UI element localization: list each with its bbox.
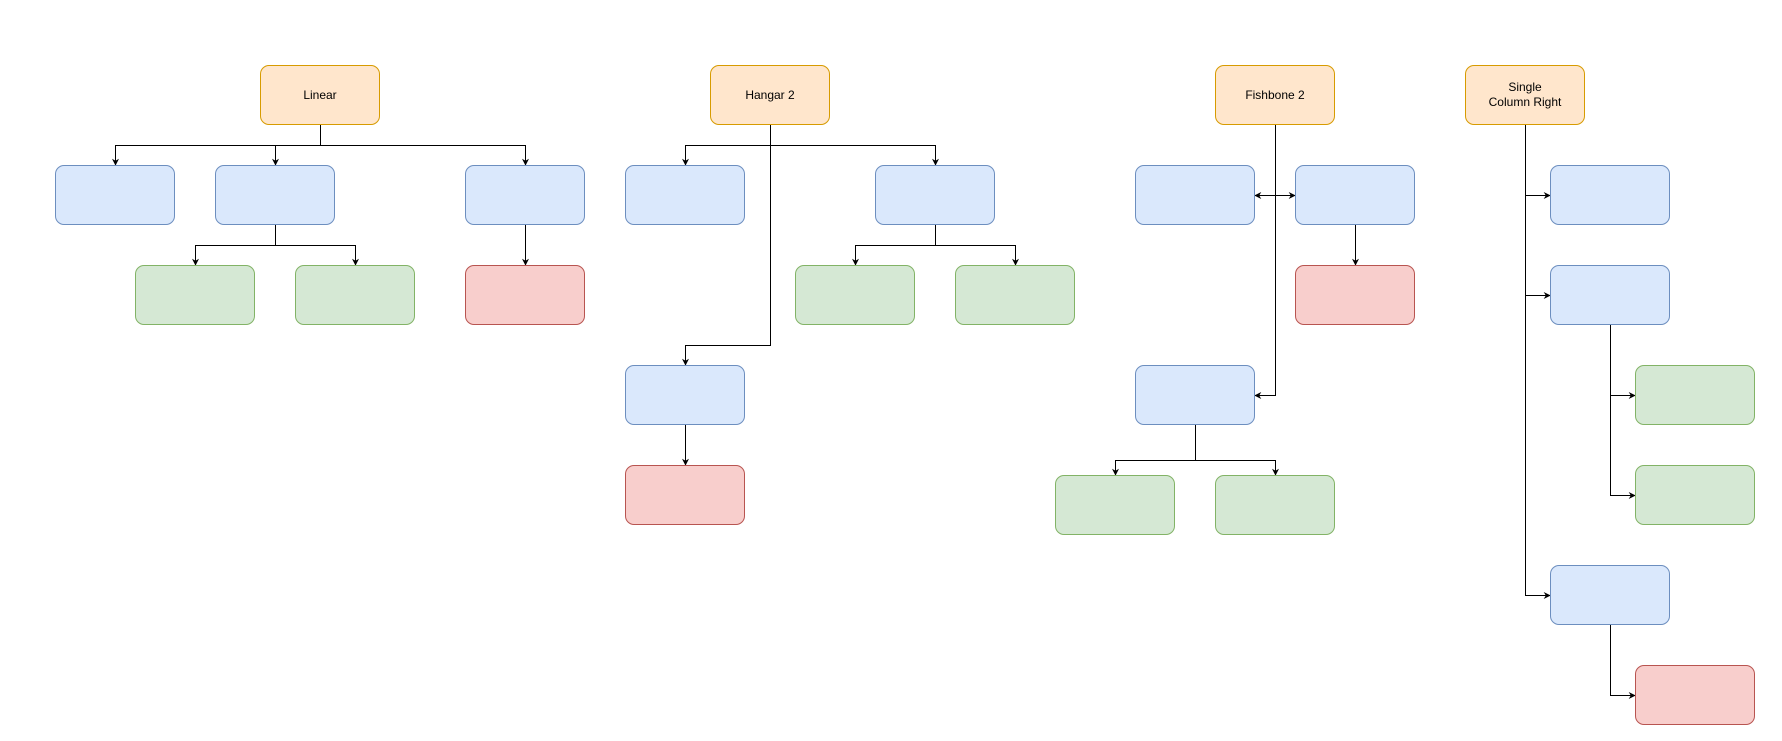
diagram-canvas: Linear Hangar 2 Fishbone 2 Single Column… <box>0 0 1782 741</box>
root-node-single-column-right[interactable]: Single Column Right <box>1465 65 1585 125</box>
linear-grandchild-2-1[interactable] <box>135 265 255 325</box>
scr-child-1[interactable] <box>1550 165 1670 225</box>
edge-scr-child-3-gc-1[interactable] <box>1610 625 1636 699</box>
hangar-child-1[interactable] <box>625 165 745 225</box>
hangar-child-3[interactable] <box>625 365 745 425</box>
hangar-grandchild-3-1[interactable] <box>625 465 745 525</box>
scr-grandchild-3-1[interactable] <box>1635 665 1755 725</box>
edge-fishbone-child-3-gc-2[interactable] <box>1195 425 1279 476</box>
linear-grandchild-2-2[interactable] <box>295 265 415 325</box>
edge-fishbone-spine[interactable] <box>1254 125 1276 399</box>
edge-hangar-root-child-1[interactable] <box>682 125 771 166</box>
fishbone-child-1[interactable] <box>1135 165 1255 225</box>
fishbone-grandchild-3-2[interactable] <box>1215 475 1335 535</box>
edge-linear-root-child-2[interactable] <box>272 125 321 166</box>
linear-child-1[interactable] <box>55 165 175 225</box>
linear-child-3[interactable] <box>465 165 585 225</box>
scr-grandchild-2-1[interactable] <box>1635 365 1755 425</box>
hangar-grandchild-2-1[interactable] <box>795 265 915 325</box>
scr-child-2[interactable] <box>1550 265 1670 325</box>
scr-grandchild-2-2[interactable] <box>1635 465 1755 525</box>
edge-linear-child-2-gc-2[interactable] <box>275 225 359 266</box>
edge-linear-root-child-3[interactable] <box>320 125 529 166</box>
edge-hangar-child-2-gc-1[interactable] <box>852 225 936 266</box>
edge-scr-root-child-2[interactable] <box>1525 125 1551 299</box>
root-node-fishbone-2[interactable]: Fishbone 2 <box>1215 65 1335 125</box>
linear-grandchild-3-1[interactable] <box>465 265 585 325</box>
fishbone-grandchild-2-1[interactable] <box>1295 265 1415 325</box>
edge-linear-child-2-gc-1[interactable] <box>192 225 276 266</box>
linear-child-2[interactable] <box>215 165 335 225</box>
edge-hangar-root-child-2[interactable] <box>770 125 939 166</box>
root-node-linear[interactable]: Linear <box>260 65 380 125</box>
edge-scr-root-child-1[interactable] <box>1525 125 1551 199</box>
fishbone-child-3[interactable] <box>1135 365 1255 425</box>
edge-scr-child-2-gc-1[interactable] <box>1610 325 1636 399</box>
edge-hangar-root-child-3[interactable] <box>682 125 771 366</box>
edge-fishbone-child-3-gc-1[interactable] <box>1112 425 1196 476</box>
scr-child-3[interactable] <box>1550 565 1670 625</box>
fishbone-grandchild-3-1[interactable] <box>1055 475 1175 535</box>
hangar-child-2[interactable] <box>875 165 995 225</box>
edge-scr-child-2-gc-2[interactable] <box>1610 325 1636 499</box>
hangar-grandchild-2-2[interactable] <box>955 265 1075 325</box>
edge-hangar-child-2-gc-2[interactable] <box>935 225 1019 266</box>
root-node-hangar-2[interactable]: Hangar 2 <box>710 65 830 125</box>
fishbone-child-2[interactable] <box>1295 165 1415 225</box>
